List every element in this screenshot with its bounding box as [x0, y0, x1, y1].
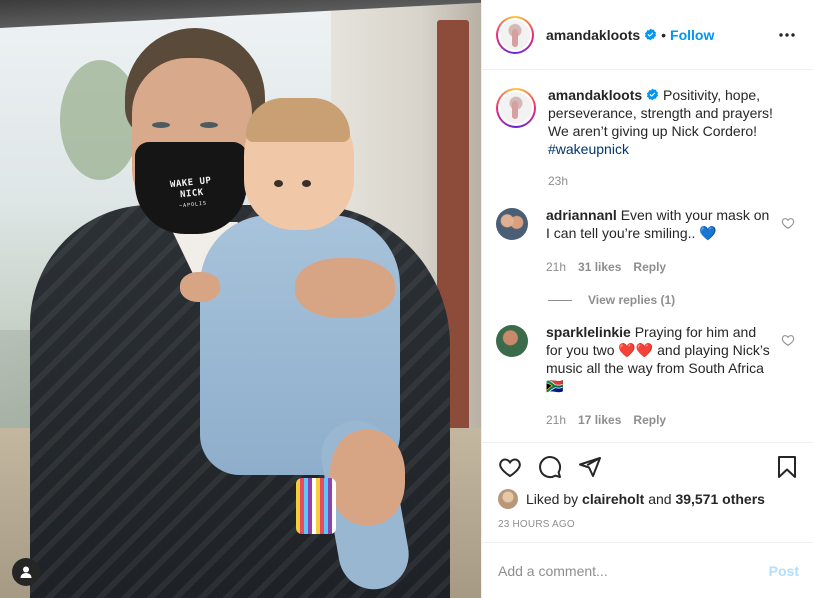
liked-by-user[interactable]: claireholt: [582, 491, 644, 507]
user-tag-icon: [20, 566, 32, 578]
caption-time[interactable]: 23h: [548, 172, 568, 190]
follow-button[interactable]: Follow: [670, 27, 714, 43]
comment-like-icon[interactable]: [781, 333, 795, 347]
author-avatar-image: [500, 19, 530, 50]
header-separator: •: [661, 26, 667, 43]
comment-avatar[interactable]: [496, 208, 528, 240]
photo-hand: [330, 430, 405, 525]
like-button[interactable]: [498, 455, 522, 479]
comment-likes[interactable]: 31 likes: [578, 258, 621, 276]
caption-avatar[interactable]: [496, 88, 536, 128]
share-button[interactable]: [578, 455, 602, 479]
post-comment-button[interactable]: Post: [769, 563, 799, 579]
photo-baby-eye: [302, 180, 311, 187]
comment-reply-button[interactable]: Reply: [633, 411, 666, 429]
verified-icon: [645, 28, 657, 40]
share-icon: [579, 457, 601, 477]
comment-like-icon[interactable]: [781, 216, 795, 230]
caption-avatar-image: [500, 92, 532, 124]
view-replies-label[interactable]: View replies (1): [588, 293, 675, 307]
photo-baby-eye: [274, 180, 283, 187]
liked-by-joiner: and: [648, 491, 672, 507]
heart-icon: [499, 458, 521, 478]
caption-hashtag[interactable]: #wakeupnick: [548, 141, 629, 157]
post-header: amandakloots • Follow: [482, 0, 813, 70]
comment-icon: [539, 456, 562, 479]
view-replies-line: [548, 299, 572, 301]
comment-time[interactable]: 21h: [546, 411, 566, 429]
comment-likes[interactable]: 17 likes: [578, 411, 621, 429]
more-options-button[interactable]: [775, 23, 799, 47]
caption: amandakloots Positivity, hope, persevera…: [496, 86, 797, 190]
author-avatar[interactable]: [496, 15, 534, 54]
photo-baby-hand: [180, 272, 220, 302]
comment-time[interactable]: 21h: [546, 258, 566, 276]
comment-username[interactable]: sparklelinkie: [546, 324, 631, 340]
instagram-post: WAKE UP NICK ~APOLIS amandakloots • Foll…: [0, 0, 813, 598]
author-username[interactable]: amandakloots: [546, 27, 657, 43]
more-icon: [779, 32, 795, 37]
comments-section[interactable]: amandakloots Positivity, hope, persevera…: [482, 70, 813, 442]
post-actions: Liked by claireholt and 39,571 others 23…: [482, 442, 813, 542]
author-username-text[interactable]: amandakloots: [546, 27, 640, 43]
comment: adriannanl Even with your mask on I can …: [496, 206, 797, 276]
photo-eye: [152, 122, 170, 128]
post-timestamp[interactable]: 23 HOURS AGO: [498, 519, 799, 530]
bookmark-icon: [778, 456, 796, 478]
liked-by-others[interactable]: 39,571 others: [675, 491, 765, 507]
comment: sparklelinkie Praying for him and for yo…: [496, 323, 797, 429]
liked-by-avatar[interactable]: [498, 489, 518, 509]
verified-icon: [647, 88, 659, 101]
photo-eye: [200, 122, 218, 128]
post-photo[interactable]: WAKE UP NICK ~APOLIS: [0, 0, 481, 598]
save-button[interactable]: [775, 455, 799, 479]
photo-bracelet: [296, 478, 336, 534]
comment-username[interactable]: adriannanl: [546, 207, 617, 223]
photo-baby-hair: [246, 98, 350, 142]
comment-avatar[interactable]: [496, 325, 528, 357]
mask-print: WAKE UP NICK ~APOLIS: [160, 175, 223, 214]
liked-by: Liked by claireholt and 39,571 others: [498, 489, 799, 509]
comment-reply-button[interactable]: Reply: [633, 258, 666, 276]
mask-print-text: WAKE UP NICK: [169, 175, 212, 201]
post-sidebar: amandakloots • Follow amandakloots Posit…: [481, 0, 813, 598]
add-comment-input[interactable]: [498, 562, 769, 579]
user-tag-button[interactable]: [12, 558, 40, 586]
view-replies-button[interactable]: View replies (1): [548, 293, 797, 307]
comment-button[interactable]: [538, 455, 562, 479]
liked-by-prefix: Liked by: [526, 491, 579, 507]
caption-username[interactable]: amandakloots: [548, 87, 642, 103]
add-comment-bar: Post: [482, 542, 813, 598]
photo-hand: [295, 258, 395, 318]
